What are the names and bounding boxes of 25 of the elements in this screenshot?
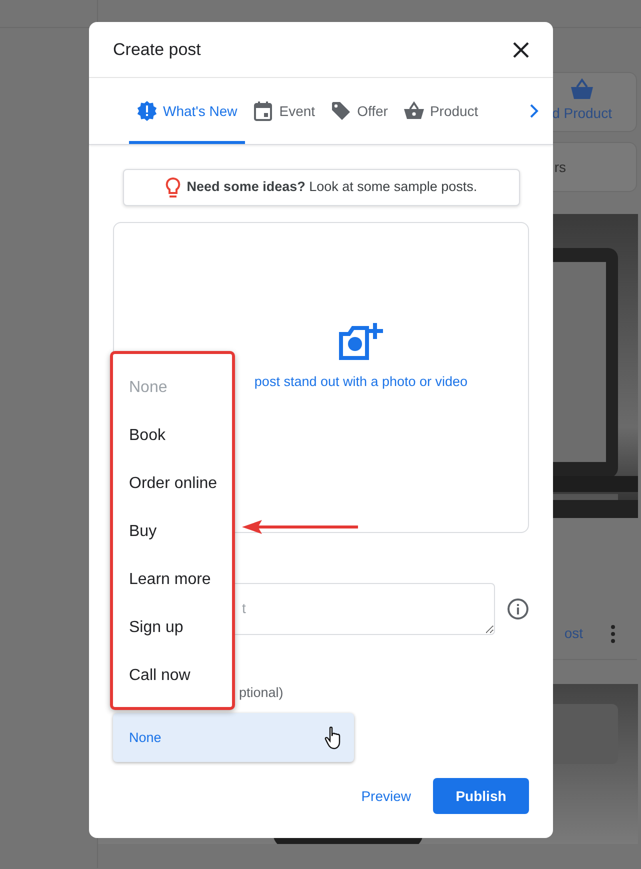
dialog-title: Create post — [113, 38, 201, 61]
tab[interactable]: Product — [396, 81, 486, 144]
publish-button[interactable]: Publish — [433, 778, 529, 814]
basket-icon — [570, 78, 594, 100]
kebab-icon[interactable] — [611, 624, 615, 642]
info-icon[interactable] — [507, 598, 529, 620]
chevron-right-icon[interactable] — [529, 104, 539, 118]
basket-icon — [404, 101, 424, 121]
alert-badge-icon — [137, 101, 157, 121]
calendar-icon — [253, 101, 274, 121]
tab[interactable]: Offer — [323, 81, 396, 144]
hand-cursor-icon — [324, 726, 342, 750]
tab[interactable]: What's New — [129, 81, 246, 144]
menu-item[interactable]: Call now — [113, 652, 232, 700]
button-type-select[interactable]: None — [113, 713, 354, 762]
lightbulb-icon — [164, 176, 181, 198]
tab[interactable]: Event — [245, 81, 324, 144]
field-label: ptional) — [239, 684, 284, 702]
menu-item[interactable]: Order online — [113, 460, 232, 508]
menu-item[interactable]: Book — [113, 412, 232, 460]
tag-icon — [331, 101, 352, 121]
preview-button[interactable]: Preview — [361, 786, 411, 806]
menu-item[interactable]: Buy — [113, 508, 232, 556]
photo-upload-text[interactable]: post stand out with a photo or video — [254, 372, 468, 393]
camera-add-icon[interactable] — [339, 322, 383, 362]
